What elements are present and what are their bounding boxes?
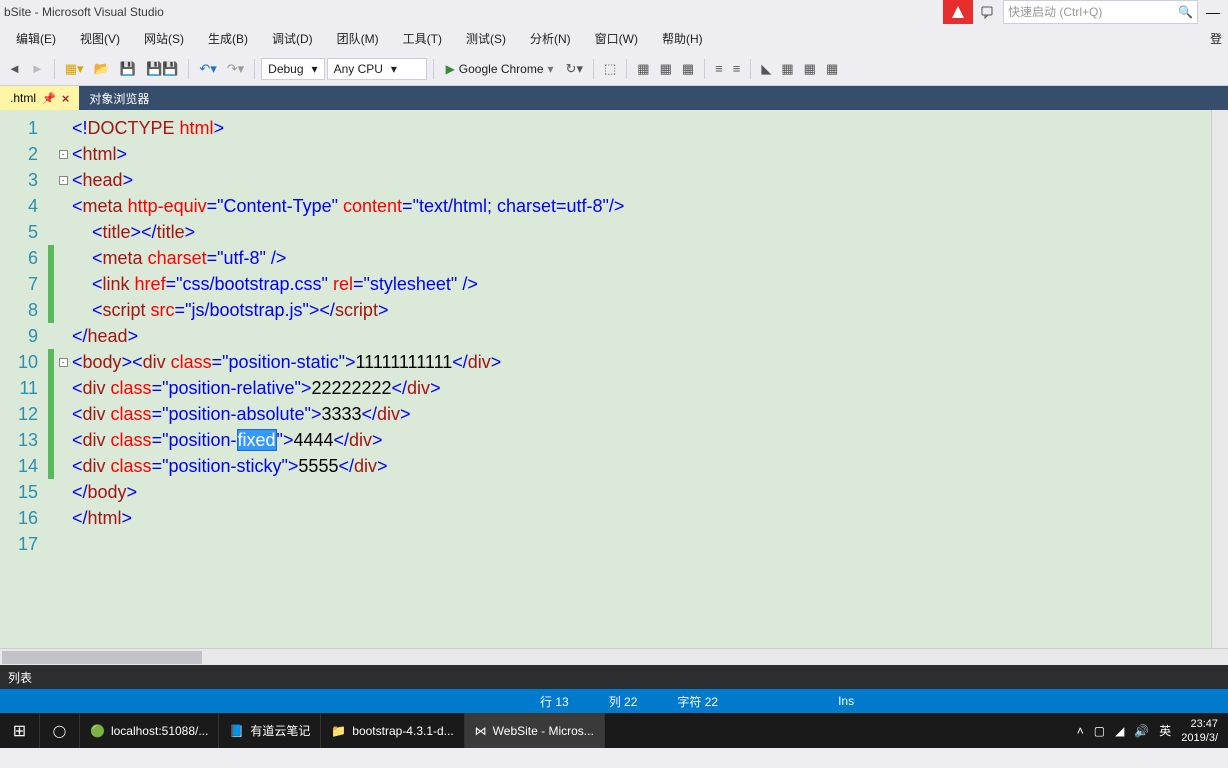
- window-title: bSite - Microsoft Visual Studio: [4, 5, 164, 19]
- toolbar-icon[interactable]: ▦: [777, 57, 797, 81]
- separator: [54, 59, 55, 79]
- code-content[interactable]: <!DOCTYPE html><html><head><meta http-eq…: [72, 110, 1228, 665]
- line-numbers: 1234567891011121314151617: [0, 110, 48, 665]
- wifi-icon[interactable]: ◢: [1115, 724, 1124, 738]
- toolbar-icon[interactable]: ≡: [711, 57, 727, 81]
- taskbar-item[interactable]: 🟢localhost:51088/...: [80, 713, 219, 748]
- separator: [188, 59, 189, 79]
- signin-label[interactable]: 登: [1210, 30, 1228, 47]
- separator: [433, 59, 434, 79]
- editor-tab[interactable]: .html📌×: [0, 86, 79, 110]
- volume-icon[interactable]: 🔊: [1134, 724, 1149, 738]
- menu-item[interactable]: 分析(N): [518, 30, 583, 47]
- taskbar-item[interactable]: ⋈WebSite - Micros...: [465, 713, 605, 748]
- app-icon: 📘: [229, 724, 244, 738]
- app-icon: ⋈: [475, 724, 487, 738]
- system-tray[interactable]: ˄ ▢ ◢ 🔊 英 23:47 2019/3/: [1067, 713, 1228, 748]
- open-button[interactable]: 📂: [90, 57, 114, 81]
- menu-item[interactable]: 生成(B): [196, 30, 260, 47]
- separator: [254, 59, 255, 79]
- toolbar-icon[interactable]: ▦: [800, 57, 820, 81]
- menu-item[interactable]: 视图(V): [68, 30, 132, 47]
- tab-strip: .html📌×对象浏览器: [0, 86, 1228, 110]
- refresh-button[interactable]: ↻▾: [562, 57, 587, 81]
- forward-button[interactable]: ►: [27, 57, 48, 81]
- separator: [593, 59, 594, 79]
- panel-title: 列表: [8, 669, 32, 686]
- menu-item[interactable]: 编辑(E): [4, 30, 68, 47]
- start-button[interactable]: ⊞: [0, 713, 40, 748]
- search-input[interactable]: [1008, 5, 1174, 19]
- redo-button[interactable]: ↷▾: [223, 57, 248, 81]
- menu-item[interactable]: 调试(D): [260, 30, 325, 47]
- bookmark-icon[interactable]: ◣: [757, 57, 775, 81]
- status-char: 字符 22: [677, 693, 718, 710]
- notification-button[interactable]: [943, 0, 973, 24]
- title-bar: bSite - Microsoft Visual Studio 🔍 —: [0, 0, 1228, 24]
- windows-taskbar: ⊞ ◯ 🟢localhost:51088/...📘有道云笔记📁bootstrap…: [0, 713, 1228, 748]
- platform-dropdown[interactable]: Any CPU▾: [327, 58, 427, 80]
- app-icon: 🟢: [90, 724, 105, 738]
- editor-tab[interactable]: 对象浏览器: [79, 86, 159, 110]
- run-button[interactable]: ▶Google Chrome▾: [440, 57, 560, 81]
- feedback-button[interactable]: [973, 0, 1003, 24]
- taskbar-item[interactable]: 📁bootstrap-4.3.1-d...: [321, 713, 464, 748]
- separator: [704, 59, 705, 79]
- status-col: 列 22: [609, 693, 638, 710]
- cortana-button[interactable]: ◯: [40, 713, 80, 748]
- menu-item[interactable]: 帮助(H): [650, 30, 715, 47]
- save-button[interactable]: 💾: [116, 57, 140, 81]
- clock[interactable]: 23:47 2019/3/: [1181, 717, 1218, 745]
- toolbar-icon[interactable]: ▦: [822, 57, 842, 81]
- separator: [626, 59, 627, 79]
- toolbar-icon[interactable]: ▦: [656, 57, 676, 81]
- vertical-scrollbar[interactable]: [1211, 110, 1228, 665]
- code-editor[interactable]: 1234567891011121314151617 --- <!DOCTYPE …: [0, 110, 1228, 665]
- error-list-panel[interactable]: 列表: [0, 665, 1228, 689]
- fold-column[interactable]: ---: [54, 110, 72, 665]
- new-item-button[interactable]: ▦▾: [61, 57, 88, 81]
- toolbar: ◄ ► ▦▾ 📂 💾 💾💾 ↶▾ ↷▾ Debug▾ Any CPU▾ ▶Goo…: [0, 52, 1228, 86]
- status-line: 行 13: [540, 693, 569, 710]
- battery-icon[interactable]: ▢: [1094, 724, 1105, 738]
- toolbar-icon[interactable]: ⬚: [600, 57, 620, 81]
- ime-indicator[interactable]: 英: [1159, 722, 1171, 739]
- toolbar-icon[interactable]: ▦: [678, 57, 698, 81]
- pin-icon[interactable]: 📌: [42, 92, 56, 105]
- quick-launch-search[interactable]: 🔍: [1003, 0, 1198, 24]
- scroll-thumb[interactable]: [2, 651, 202, 664]
- toolbar-icon[interactable]: ▦: [633, 57, 653, 81]
- horizontal-scrollbar[interactable]: [0, 648, 1228, 665]
- back-button[interactable]: ◄: [4, 57, 25, 81]
- menu-item[interactable]: 测试(S): [454, 30, 518, 47]
- save-all-button[interactable]: 💾💾: [142, 57, 182, 81]
- tray-up-icon[interactable]: ˄: [1077, 724, 1084, 738]
- search-icon: 🔍: [1178, 5, 1193, 19]
- undo-button[interactable]: ↶▾: [195, 57, 220, 81]
- menu-item[interactable]: 网站(S): [132, 30, 196, 47]
- menu-bar: 编辑(E)视图(V)网站(S)生成(B)调试(D)团队(M)工具(T)测试(S)…: [0, 24, 1228, 52]
- minimize-button[interactable]: —: [1198, 0, 1228, 24]
- menu-item[interactable]: 团队(M): [325, 30, 391, 47]
- menu-item[interactable]: 工具(T): [391, 30, 454, 47]
- separator: [750, 59, 751, 79]
- config-dropdown[interactable]: Debug▾: [261, 58, 324, 80]
- menu-item[interactable]: 窗口(W): [583, 30, 650, 47]
- status-bar: 行 13 列 22 字符 22 Ins: [0, 689, 1228, 713]
- taskbar-item[interactable]: 📘有道云笔记: [219, 713, 321, 748]
- app-icon: 📁: [331, 724, 346, 738]
- status-ins: Ins: [838, 694, 854, 708]
- close-icon[interactable]: ×: [62, 91, 70, 106]
- toolbar-icon[interactable]: ≡: [729, 57, 745, 81]
